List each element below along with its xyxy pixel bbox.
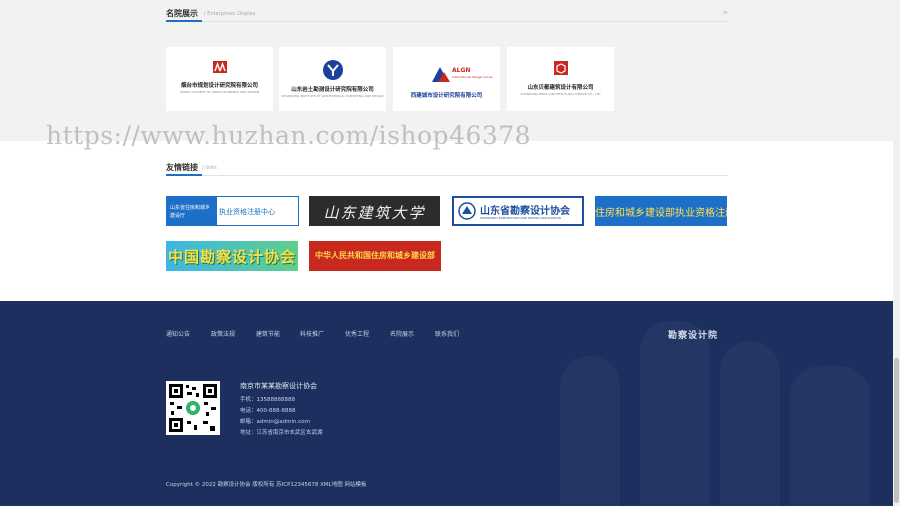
footer-nav-notices[interactable]: 通知公告: [166, 329, 190, 338]
brand-mark: ALGN: [452, 67, 471, 74]
banner-text: 中华人民共和国住房和城乡建设部: [315, 251, 435, 260]
footer-nav-tech[interactable]: 科技推广: [300, 329, 324, 338]
enterprise-subtitle-text: Enterprises Display: [207, 11, 256, 17]
enterprise-name-en: SHANDONG INSTITUTE OF GEOTECHNICAL SURVE…: [281, 94, 384, 98]
title-underline: [166, 174, 202, 176]
links-subtitle-text: links: [205, 165, 217, 171]
enterprise-name: 山东贝都建筑设计有限公司: [527, 85, 594, 91]
qr-code-icon: [166, 381, 220, 435]
footer-nav-showcase[interactable]: 名院展示: [390, 329, 414, 338]
footer-address: 地址：江苏省南京市玄武区玄武湖: [240, 430, 323, 436]
footer-nav-policies[interactable]: 政策法规: [211, 329, 235, 338]
footer: 通知公告 政策法规 建筑节能 科技推广 优秀工程 名院展示 联系我们 勘察设计院…: [0, 301, 893, 506]
brand-mark-sub: International Design Group: [452, 75, 493, 79]
footer-email: 邮箱：admin@admin.com: [240, 419, 310, 425]
enterprise-name: 山东岩土勘测设计研究院有限公司: [291, 87, 374, 93]
footer-nav-projects[interactable]: 优秀工程: [345, 329, 369, 338]
enterprise-name: 西建城市设计研究院有限公司: [410, 93, 483, 99]
background-building: [560, 356, 620, 506]
link-banner-shandong-housing[interactable]: 山东省住房和城乡建设厅 执业资格注册中心: [166, 196, 299, 226]
links-header: 友情链接 / links: [166, 154, 728, 176]
association-logo-icon: [458, 202, 476, 220]
scrollbar-thumb[interactable]: [894, 358, 899, 503]
footer-brand: 勘察设计院: [668, 331, 719, 341]
enterprise-header: 名院展示 / Enterprises Display »: [166, 0, 728, 22]
enterprise-section: 名院展示 / Enterprises Display » 烟台市规划设计研究院有…: [0, 0, 900, 141]
background-building: [720, 341, 780, 506]
banner-left-text: 山东省住房和城乡建设厅: [167, 197, 217, 225]
company-logo-icon: [553, 61, 568, 75]
page-scrollbar[interactable]: [893, 0, 900, 506]
enterprise-card[interactable]: 烟台市规划设计研究院有限公司 YANTAI ACADEMY OF URBAN P…: [166, 47, 273, 111]
link-banner-china-design-association[interactable]: 中国勘察设计协会: [166, 241, 298, 271]
watermark-text: https://www.huzhan.com/ishop46378: [46, 121, 532, 150]
background-building: [640, 321, 710, 506]
footer-nav-energy[interactable]: 建筑节能: [256, 329, 280, 338]
banner-text: 住房和城乡建设部执业资格注册中心: [595, 208, 727, 219]
footer-tel: 电话：400-888-8888: [240, 408, 296, 414]
title-underline: [166, 20, 202, 22]
link-banner-shandong-design-association[interactable]: 山东省勘察设计协会 SHANDONG EXPLORATION AND DESIG…: [452, 196, 584, 226]
banner-text: 山东省勘察设计协会: [480, 206, 570, 217]
footer-phone: 手机：13588888888: [240, 397, 295, 403]
banner-text: 山东建筑大学: [323, 204, 426, 222]
enterprise-card[interactable]: 山东岩土勘测设计研究院有限公司 SHANDONG INSTITUTE OF GE…: [279, 47, 386, 111]
enterprise-card[interactable]: 山东贝都建筑设计有限公司 SHANDONG BEIDU ARCHITECTURA…: [507, 47, 614, 111]
double-chevron-right-icon[interactable]: »: [722, 8, 728, 18]
enterprise-subtitle: / Enterprises Display: [204, 11, 256, 17]
enterprise-name-en: SHANDONG BEIDU ARCHITECTURAL DESIGN CO.,…: [520, 92, 601, 96]
links-subtitle: / links: [202, 165, 217, 171]
link-banner-mohurd-registration-center[interactable]: 住房和城乡建设部执业资格注册中心: [595, 196, 727, 226]
enterprise-name-en: YANTAI ACADEMY OF URBAN PLANNING AND DES…: [179, 90, 260, 94]
enterprise-title: 名院展示: [166, 9, 198, 18]
company-logo-icon: [322, 60, 343, 80]
enterprise-name: 烟台市规划设计研究院有限公司: [180, 83, 258, 89]
links-title: 友情链接: [166, 163, 198, 172]
banner-text: 中国勘察设计协会: [167, 248, 296, 266]
footer-org-name: 南京市某某勘察设计协会: [240, 382, 317, 390]
banner-right-text: 执业资格注册中心: [219, 208, 275, 216]
link-banner-shandong-jianzhu-university[interactable]: 山东建筑大学: [309, 196, 440, 226]
background-building: [790, 366, 870, 506]
footer-nav-contact[interactable]: 联系我们: [435, 329, 459, 338]
page: 名院展示 / Enterprises Display » 烟台市规划设计研究院有…: [0, 0, 900, 506]
enterprise-card[interactable]: ALGN International Design Group 西建城市设计研究…: [393, 47, 500, 111]
footer-copyright: Copyright © 2022 勘察设计协会 版权所有 苏ICP1234567…: [166, 482, 367, 488]
banner-text-en: SHANDONG EXPLORATION AND DESIGN ASSOCIAT…: [480, 216, 561, 220]
company-logo-icon: [212, 61, 227, 73]
link-banner-mohurd[interactable]: 中华人民共和国住房和城乡建设部: [309, 241, 441, 271]
